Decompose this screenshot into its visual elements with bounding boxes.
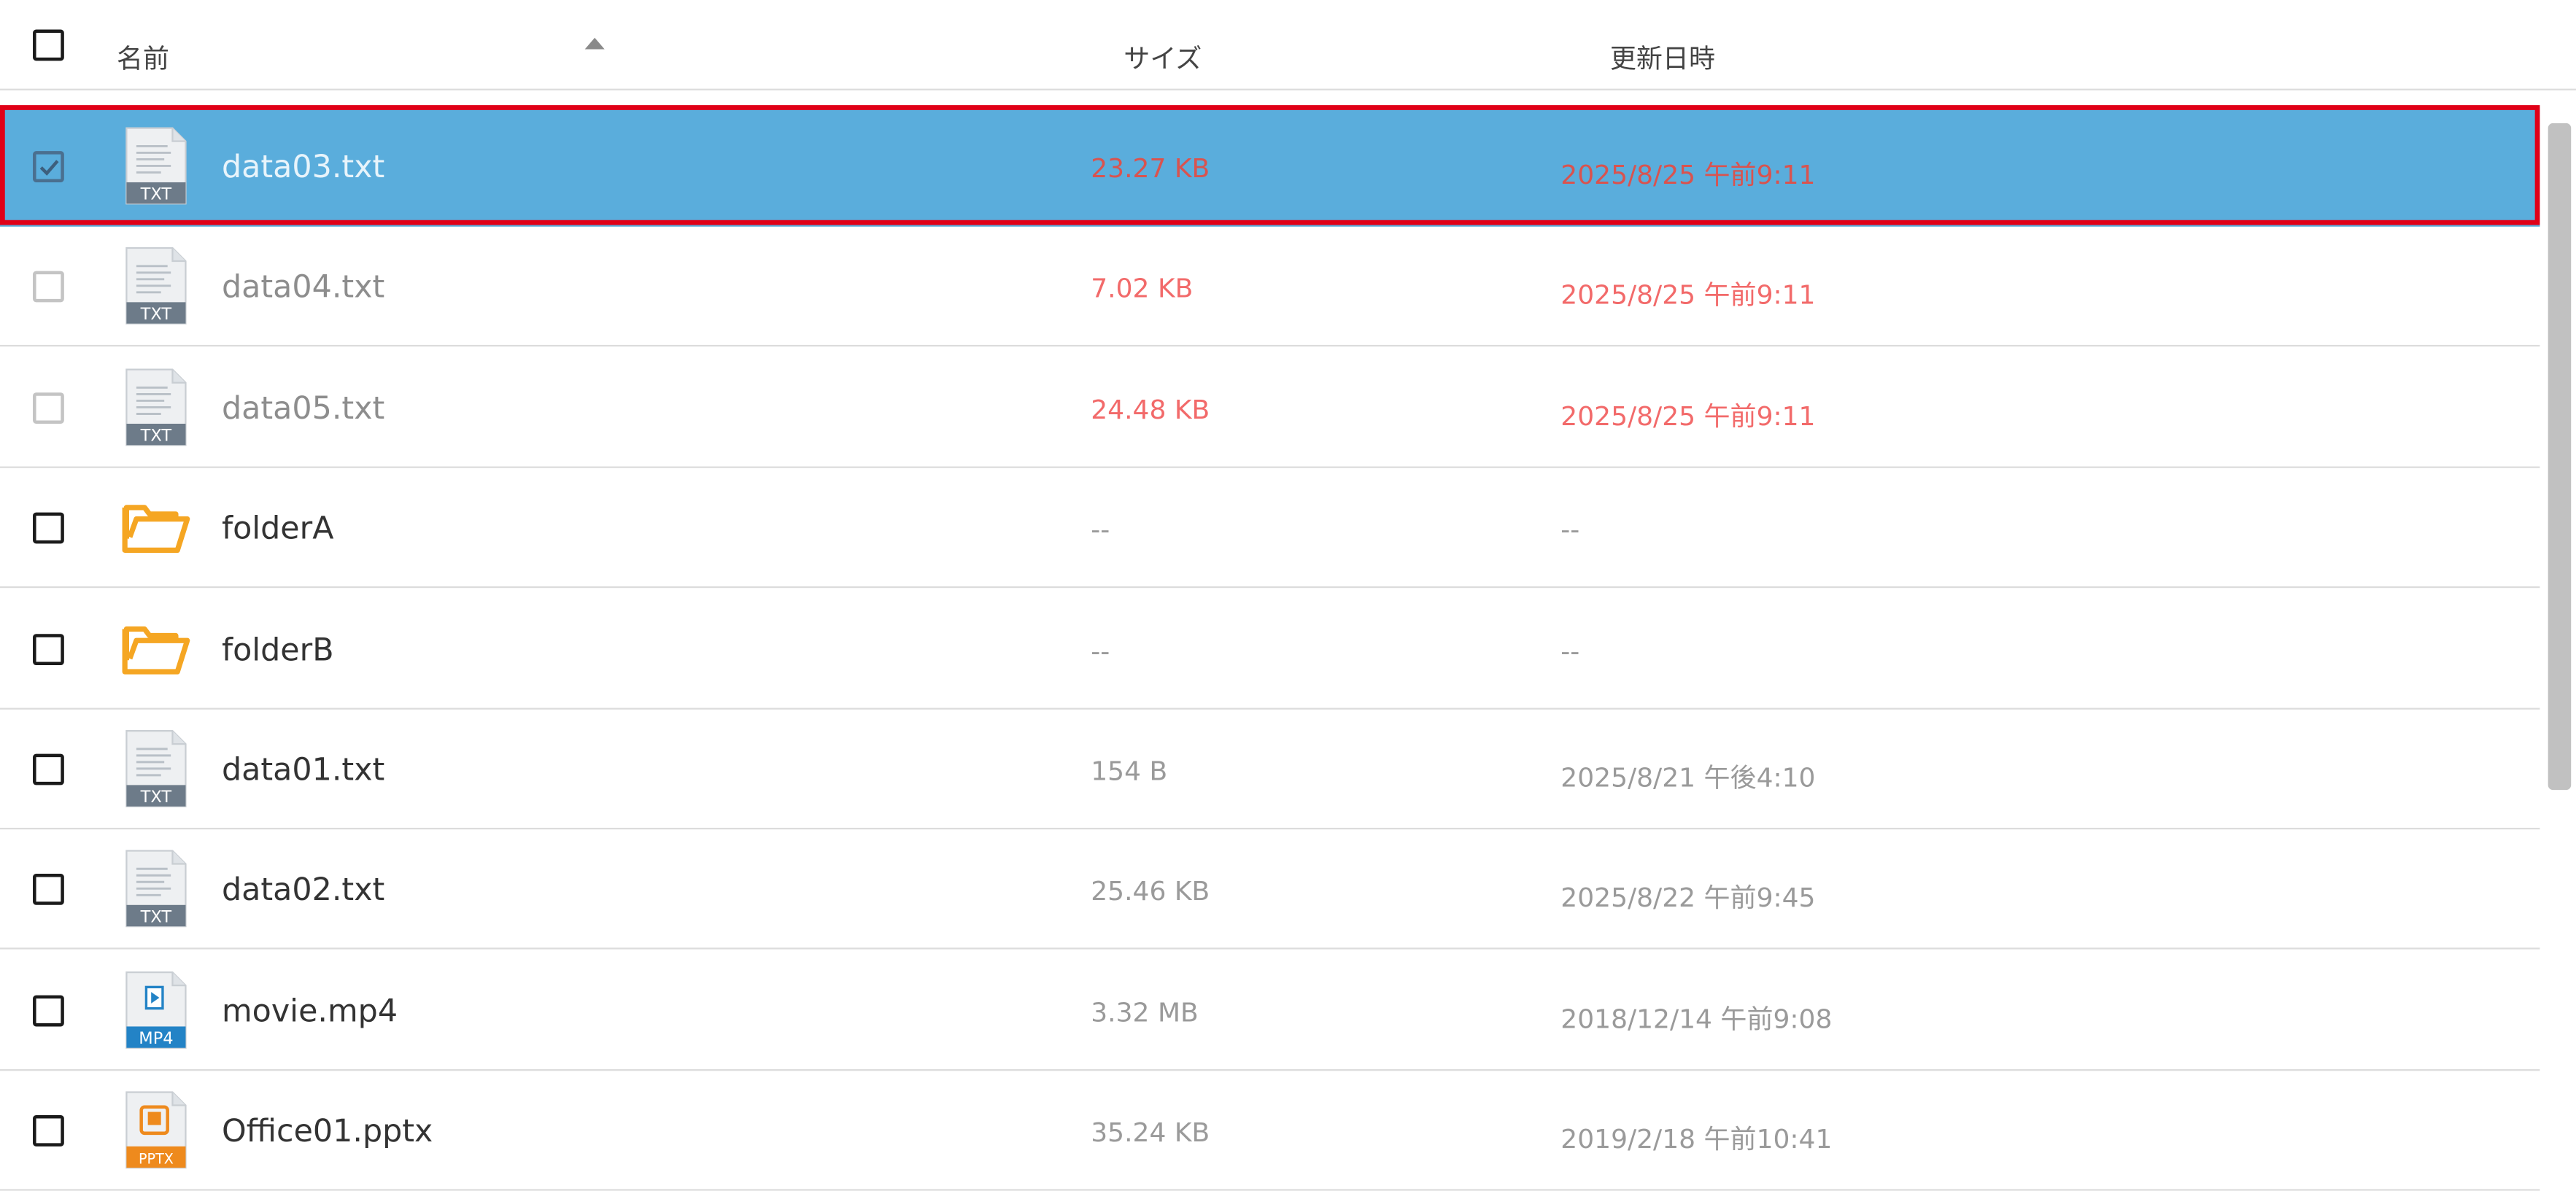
pptx-badge-text: PPTX: [139, 1151, 174, 1168]
file-modified-date: 2025/8/25 午前9:11: [1560, 279, 1816, 311]
file-list-header: 名前 サイズ 更新日時: [0, 0, 2576, 90]
txt-badge-text: TXT: [140, 788, 172, 807]
txt-badge-text: TXT: [140, 426, 172, 445]
folder-icon: [122, 609, 191, 688]
txt-file-icon: TXT: [122, 850, 191, 928]
mp4-file-icon: MP4: [122, 970, 191, 1049]
file-row[interactable]: TXT data01.txt 154 B 2025/8/21 午後4:10: [0, 710, 2540, 830]
file-row[interactable]: TXT data03.txt 23.27 KB 2025/8/25 午前9:11: [0, 106, 2540, 227]
file-size: 154 B: [1091, 755, 1168, 787]
file-name[interactable]: folderA: [222, 511, 333, 548]
file-modified-date: 2019/2/18 午前10:41: [1560, 1123, 1833, 1155]
file-size: 25.46 KB: [1091, 876, 1210, 907]
pptx-file-icon: PPTX: [122, 1091, 191, 1170]
row-checkbox[interactable]: [33, 392, 64, 424]
file-size: 7.02 KB: [1091, 273, 1194, 305]
row-checkbox[interactable]: [33, 513, 64, 544]
file-row[interactable]: folderB -- --: [0, 589, 2540, 709]
txt-file-icon: TXT: [122, 247, 191, 326]
txt-badge-text: TXT: [140, 908, 172, 927]
file-name[interactable]: movie.mp4: [222, 993, 398, 1030]
file-row[interactable]: TXT data02.txt 25.46 KB 2025/8/22 午前9:45: [0, 830, 2540, 950]
file-name[interactable]: data05.txt: [222, 390, 384, 427]
file-modified-date: 2025/8/25 午前9:11: [1560, 400, 1816, 432]
file-modified-date: --: [1560, 635, 1580, 667]
scrollbar-thumb[interactable]: [2548, 123, 2572, 791]
file-modified-date: --: [1560, 514, 1580, 546]
txt-badge-text: TXT: [140, 306, 172, 325]
file-name[interactable]: data03.txt: [222, 150, 384, 186]
file-size: --: [1091, 514, 1110, 546]
folder-icon: [122, 488, 191, 567]
file-size: 23.27 KB: [1091, 152, 1210, 185]
sort-ascending-icon[interactable]: [584, 37, 605, 50]
file-name[interactable]: folderB: [222, 632, 334, 668]
name-column-header[interactable]: 名前: [117, 36, 169, 76]
file-row[interactable]: TXT data04.txt 7.02 KB 2025/8/25 午前9:11: [0, 228, 2540, 348]
row-checkbox[interactable]: [33, 271, 64, 303]
select-all-checkbox[interactable]: [33, 29, 64, 61]
row-checkbox[interactable]: [33, 151, 64, 182]
file-name[interactable]: Office01.pptx: [222, 1114, 433, 1150]
row-checkbox[interactable]: [33, 753, 64, 785]
file-modified-date: 2025/8/22 午前9:45: [1560, 882, 1816, 914]
file-size: 3.32 MB: [1091, 996, 1199, 1028]
txt-file-icon: TXT: [122, 729, 191, 808]
checkmark-icon: [39, 160, 59, 176]
file-modified-date: 2025/8/21 午後4:10: [1560, 761, 1816, 794]
file-row[interactable]: PPTX Office01.pptx 35.24 KB 2019/2/18 午前10:…: [0, 1071, 2540, 1191]
file-size: 35.24 KB: [1091, 1117, 1210, 1149]
row-checkbox[interactable]: [33, 874, 64, 906]
file-name[interactable]: data04.txt: [222, 270, 384, 306]
row-checkbox[interactable]: [33, 995, 64, 1026]
file-row[interactable]: TXT data05.txt 24.48 KB 2025/8/25 午前9:11: [0, 348, 2540, 468]
txt-file-icon: TXT: [122, 126, 191, 205]
size-column-header[interactable]: サイズ: [1123, 36, 1202, 76]
file-row[interactable]: MP4 movie.mp4 3.32 MB 2018/12/14 午前9:08: [0, 950, 2540, 1071]
file-row[interactable]: folderA -- --: [0, 468, 2540, 589]
row-checkbox[interactable]: [33, 1115, 64, 1147]
file-size: 24.48 KB: [1091, 393, 1210, 425]
mp4-badge-text: MP4: [139, 1029, 173, 1048]
modified-column-header[interactable]: 更新日時: [1610, 36, 1715, 76]
file-modified-date: 2025/8/25 午前9:11: [1560, 159, 1816, 191]
file-size: --: [1091, 635, 1110, 667]
file-name[interactable]: data01.txt: [222, 752, 384, 788]
file-name[interactable]: data02.txt: [222, 873, 384, 909]
txt-badge-text: TXT: [140, 185, 172, 204]
txt-file-icon: TXT: [122, 368, 191, 446]
file-modified-date: 2018/12/14 午前9:08: [1560, 1003, 1833, 1035]
file-list: 名前 サイズ 更新日時 TXT data03.txt 23.27 KB 2025/8/…: [0, 0, 2576, 1191]
row-checkbox[interactable]: [33, 633, 64, 665]
